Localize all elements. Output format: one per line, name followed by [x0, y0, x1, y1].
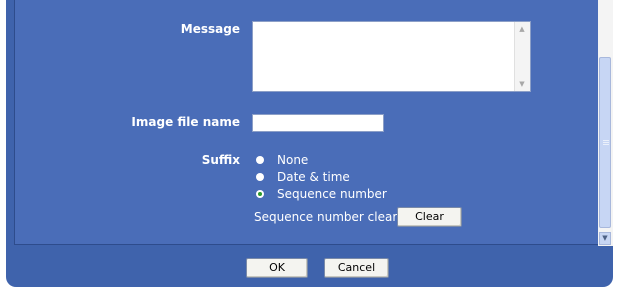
scroll-down-icon[interactable]: ▼ — [516, 78, 528, 90]
message-scrollbar[interactable]: ▲ ▼ — [514, 22, 530, 91]
suffix-radio-date-time[interactable] — [256, 173, 264, 181]
image-file-name-input[interactable] — [252, 114, 384, 132]
cancel-button[interactable]: Cancel — [324, 258, 389, 278]
ok-button[interactable]: OK — [246, 258, 308, 278]
suffix-label: Suffix — [201, 153, 240, 167]
suffix-option-sequence-number-label: Sequence number — [277, 187, 387, 201]
suffix-option-date-time-label: Date & time — [277, 170, 350, 184]
image-file-name-label: Image file name — [131, 115, 240, 129]
chevron-down-icon[interactable]: ▼ — [599, 232, 611, 245]
scrollbar-thumb[interactable] — [599, 57, 611, 228]
scroll-up-icon[interactable]: ▲ — [516, 23, 528, 35]
suffix-radio-sequence-number[interactable] — [256, 190, 264, 198]
suffix-radio-none[interactable] — [256, 156, 264, 164]
page-scrollbar[interactable]: ▼ — [598, 0, 613, 246]
sequence-number-clear-label: Sequence number clear — [254, 210, 398, 224]
message-label: Message — [180, 22, 240, 36]
message-textarea[interactable]: ▲ ▼ — [252, 21, 531, 92]
clear-button[interactable]: Clear — [397, 207, 462, 227]
suffix-option-none-label: None — [277, 153, 309, 167]
